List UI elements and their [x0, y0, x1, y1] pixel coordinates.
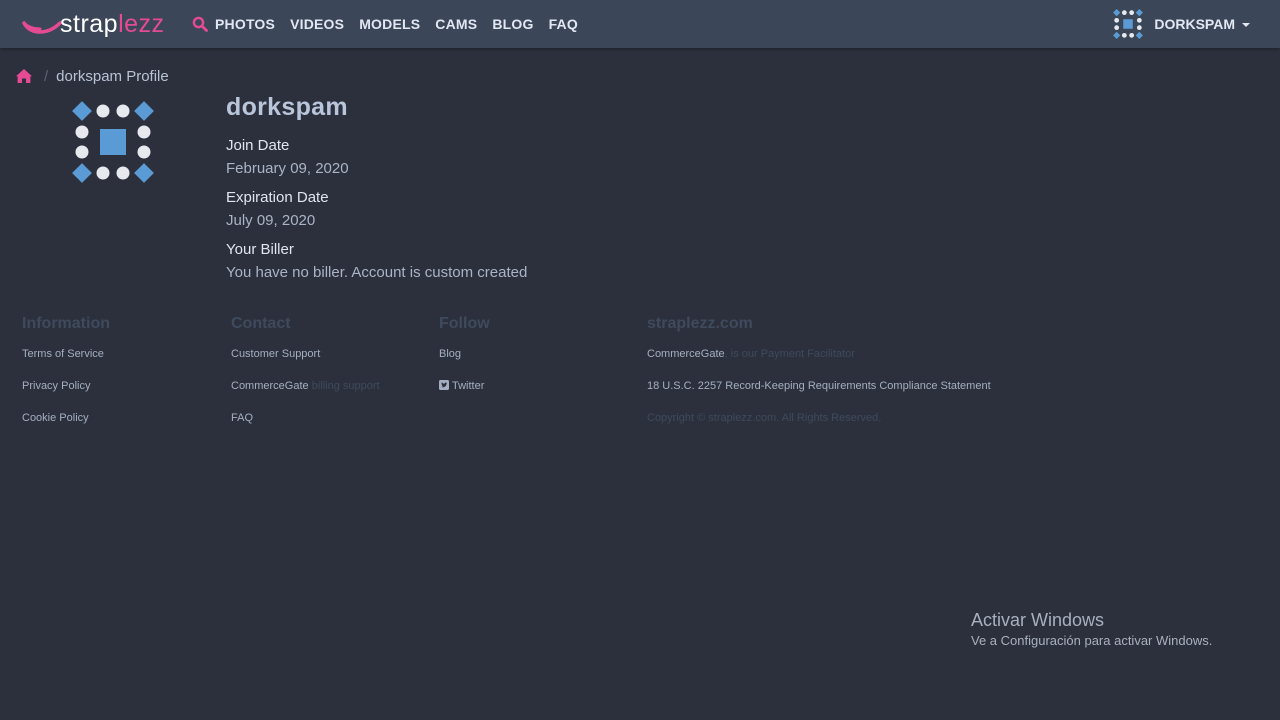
footer-site: straplezz.com CommerceGate, is our Payme… [647, 314, 991, 443]
footer-contact-heading: Contact [231, 315, 291, 332]
join-date-label: Join Date [226, 137, 290, 154]
windows-activation-watermark: Activar Windows Ve a Configuración para … [971, 609, 1212, 650]
footer-information: Information Terms of Service Privacy Pol… [22, 314, 110, 443]
nav-link-models[interactable]: MODELS [359, 16, 420, 32]
user-menu-dropdown[interactable]: DORKSPAM [1113, 0, 1250, 48]
watermark-title: Activar Windows [971, 610, 1105, 630]
logo-text-part2: lezz [118, 10, 165, 38]
home-icon[interactable] [15, 68, 33, 84]
logo-text: straplezz [60, 9, 165, 39]
top-navbar: straplezz PHOTOS VIDEOS MODELS CAMS BLOG… [0, 0, 1280, 48]
user-identicon-icon [1113, 9, 1144, 39]
profile-identicon-icon [72, 101, 154, 183]
twitter-icon [439, 380, 449, 390]
faq-link[interactable]: FAQ [231, 411, 380, 443]
user-name: DORKSPAM [1154, 16, 1235, 32]
payment-facilitator: CommerceGate, is our Payment Facilitator [647, 347, 991, 379]
profile-username: dorkspam [226, 93, 348, 121]
breadcrumb-current: dorkspam Profile [56, 67, 169, 85]
cookie-policy-link[interactable]: Cookie Policy [22, 411, 110, 443]
profile-details: dorkspam Join Date February 09, 2020 Exp… [226, 92, 527, 292]
breadcrumb-separator: / [44, 67, 49, 85]
commercegate-link[interactable]: CommerceGate [231, 380, 309, 392]
terms-of-service-link[interactable]: Terms of Service [22, 347, 110, 379]
caret-down-icon [1242, 23, 1250, 27]
twitter-link[interactable]: Twitter [439, 379, 490, 411]
nav-link-photos[interactable]: PHOTOS [215, 16, 275, 32]
compliance-statement-link[interactable]: 18 U.S.C. 2257 Record-Keeping Requiremen… [647, 379, 991, 411]
nav-link-blog[interactable]: BLOG [492, 16, 533, 32]
nav-link-videos[interactable]: VIDEOS [290, 16, 344, 32]
footer-follow-heading: Follow [439, 315, 490, 332]
blog-link[interactable]: Blog [439, 347, 490, 379]
footer-follow: Follow Blog Twitter [439, 314, 490, 411]
expiration-date-value: July 09, 2020 [226, 212, 316, 229]
nav-link-cams[interactable]: CAMS [435, 16, 477, 32]
twitter-label: Twitter [452, 380, 485, 392]
expiration-date-label: Expiration Date [226, 189, 329, 206]
privacy-policy-link[interactable]: Privacy Policy [22, 379, 110, 411]
biller-label: Your Biller [226, 241, 294, 258]
commercegate-facilitator-link[interactable]: CommerceGate [647, 348, 725, 360]
nav-links: PHOTOS VIDEOS MODELS CAMS BLOG FAQ [215, 0, 593, 48]
billing-support-text: billing support [311, 380, 380, 392]
footer-contact: Contact Customer Support CommerceGate bi… [231, 314, 380, 443]
nav-link-faq[interactable]: FAQ [549, 16, 578, 32]
customer-support-link[interactable]: Customer Support [231, 347, 380, 379]
breadcrumb: / dorkspam Profile [15, 66, 169, 86]
search-icon[interactable] [192, 16, 208, 32]
biller-value: You have no biller. Account is custom cr… [226, 264, 528, 281]
watermark-subtitle: Ve a Configuración para activar Windows. [971, 633, 1213, 648]
join-date-value: February 09, 2020 [226, 160, 349, 177]
footer-information-heading: Information [22, 315, 110, 332]
facilitator-text: , is our Payment Facilitator [724, 348, 855, 360]
copyright-text: Copyright © straplezz.com. All Rights Re… [647, 412, 882, 424]
site-logo[interactable]: straplezz [22, 9, 165, 39]
logo-swoosh-icon [22, 21, 62, 34]
logo-text-part1: strap [60, 10, 119, 38]
footer-site-heading: straplezz.com [647, 315, 753, 332]
commercegate-billing-support: CommerceGate billing support [231, 379, 380, 411]
